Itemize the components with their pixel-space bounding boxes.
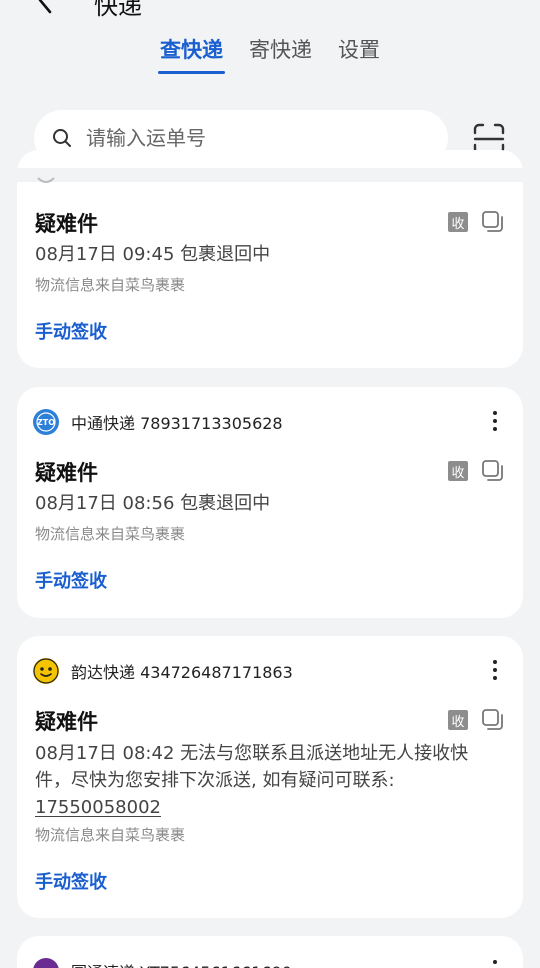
header: 快递 xyxy=(0,0,540,20)
receive-badge: 收 xyxy=(448,710,468,730)
tab-track-express[interactable]: 查快递 xyxy=(158,34,225,74)
copy-icon[interactable] xyxy=(481,459,505,483)
manual-sign-button[interactable]: 手动签收 xyxy=(35,318,107,344)
receive-badge: 收 xyxy=(448,212,468,232)
card-header: 圆通速递 YT7564561661690 xyxy=(33,958,292,968)
svg-text:ZTO: ZTO xyxy=(37,418,55,427)
tracking-detail: 08月17日 08:56 包裹退回中 xyxy=(35,493,271,514)
zto-logo-icon: ZTO xyxy=(33,409,59,435)
info-source: 物流信息来自菜鸟裹裹 xyxy=(35,826,186,844)
back-arrow-icon[interactable] xyxy=(30,0,62,16)
card-top-clip xyxy=(17,182,523,204)
card-header: ZTO 中通快递 78931713305628 xyxy=(33,409,283,435)
status-title: 疑难件 xyxy=(35,461,98,485)
carrier-tracking-number: 韵达快递 434726487171863 xyxy=(71,663,293,682)
info-source: 物流信息来自菜鸟裹裹 xyxy=(35,525,186,543)
more-options-icon[interactable] xyxy=(485,956,505,968)
carrier-tracking-number: 中通快递 78931713305628 xyxy=(71,414,283,433)
info-source: 物流信息来自菜鸟裹裹 xyxy=(35,276,186,294)
tab-bar: 查快递 寄快递 设置 xyxy=(0,34,540,74)
tracking-detail: 08月17日 09:45 包裹退回中 xyxy=(35,244,271,265)
receive-badge: 收 xyxy=(448,461,468,481)
package-card[interactable]: ZTO 中通快递 78931713305628 疑难件 收 08月17日 08:… xyxy=(17,387,523,618)
copy-icon[interactable] xyxy=(481,210,505,234)
status-title: 疑难件 xyxy=(35,212,98,236)
scroll-cover xyxy=(0,168,540,182)
card-header: 韵达快递 434726487171863 xyxy=(33,658,293,684)
search-icon xyxy=(53,129,71,147)
package-card[interactable]: 韵达快递 434726487171863 疑难件 收 08月17日 08:42 … xyxy=(17,636,523,918)
tracking-detail: 08月17日 08:42 无法与您联系且派送地址无人接收快件，尽快为您安排下次派… xyxy=(35,740,495,821)
manual-sign-button[interactable]: 手动签收 xyxy=(35,868,107,894)
more-options-icon[interactable] xyxy=(485,407,505,435)
express-page: 快递 查快递 寄快递 设置 疑难件 收 08月17日 09:45 包裹退回中 物… xyxy=(0,0,540,968)
status-title: 疑难件 xyxy=(35,710,98,734)
yto-logo-icon xyxy=(33,958,59,968)
contact-phone-link[interactable]: 17550058002 xyxy=(35,797,161,818)
tab-send-express[interactable]: 寄快递 xyxy=(247,34,314,74)
yunda-logo-icon xyxy=(33,658,59,684)
more-options-icon[interactable] xyxy=(485,656,505,684)
manual-sign-button[interactable]: 手动签收 xyxy=(35,567,107,593)
tab-settings[interactable]: 设置 xyxy=(336,34,382,74)
page-title: 快递 xyxy=(94,0,142,20)
tracking-detail-text: 08月17日 08:42 无法与您联系且派送地址无人接收快件，尽快为您安排下次派… xyxy=(35,743,469,791)
copy-icon[interactable] xyxy=(481,708,505,732)
logo-fragment-icon xyxy=(37,177,55,183)
tracking-number-input[interactable] xyxy=(86,126,406,150)
carrier-tracking-number: 圆通速递 YT7564561661690 xyxy=(71,959,292,968)
package-card[interactable]: 圆通速递 YT7564561661690 xyxy=(17,936,523,968)
